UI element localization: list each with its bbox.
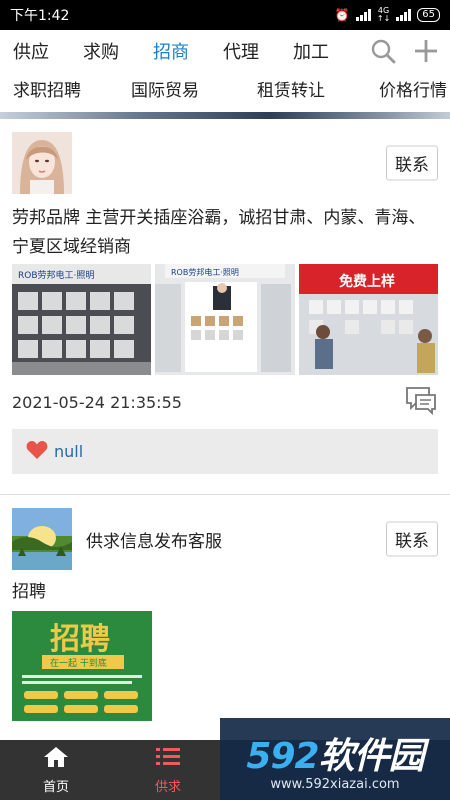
comment-icon[interactable] xyxy=(404,385,438,419)
avatar[interactable] xyxy=(12,508,72,570)
category-rental[interactable]: 租赁转让 xyxy=(257,76,379,101)
category-prices[interactable]: 价格行情 xyxy=(379,76,447,101)
thumb-promo-text: 免费上样 xyxy=(339,273,395,290)
category-jobs[interactable]: 求职招聘 xyxy=(13,76,131,101)
post-card: 供求信息发布客服 联系 招聘 招聘 在一起 干到底 xyxy=(0,495,450,721)
site-watermark: 592软件园 www.592xiazai.com xyxy=(220,718,450,800)
watermark-logo-text: 软件园 xyxy=(318,735,425,777)
signal-icon xyxy=(355,9,371,21)
contact-button[interactable]: 联系 xyxy=(386,521,438,557)
battery-indicator: 65 xyxy=(417,8,440,22)
post-text: 招聘 xyxy=(12,582,46,602)
post-header: 供求信息发布客服 联系 xyxy=(12,508,438,570)
post-author: 供求信息发布客服 xyxy=(86,531,222,552)
post-image[interactable]: ROB劳邦电工·照明 xyxy=(12,264,152,375)
tab-home[interactable]: 首页 xyxy=(0,740,112,800)
thumb-brand-text: ROB劳邦电工·照明 xyxy=(18,269,94,281)
recruit-image-title: 招聘 xyxy=(50,622,110,657)
home-icon xyxy=(43,746,69,772)
post-header: 联系 xyxy=(12,132,438,194)
avatar[interactable] xyxy=(12,132,72,194)
like-box: null xyxy=(12,429,438,474)
nav-tabs: 供应 求购 招商 代理 加工 xyxy=(0,30,450,72)
post-card: 联系 劳邦品牌 主营开关插座浴霸，诚招甘肃、内蒙、青海、宁夏区域经销商 ROB劳… xyxy=(0,119,450,495)
post-image[interactable]: 免费上样 xyxy=(298,264,438,375)
tab-supply[interactable]: 供应 xyxy=(13,38,83,64)
header-banner-strip xyxy=(0,112,450,119)
list-icon xyxy=(155,746,181,772)
status-indicators: ⏰ 4G ↑↓ 65 xyxy=(335,7,440,23)
post-footer: 2021-05-24 21:35:55 xyxy=(12,375,438,429)
contact-button[interactable]: 联系 xyxy=(386,145,438,181)
tab-processing[interactable]: 加工 xyxy=(293,38,363,64)
heart-icon[interactable] xyxy=(26,440,48,464)
tab-investment[interactable]: 招商 xyxy=(153,38,223,64)
like-count: null xyxy=(54,442,84,461)
watermark-logo-number: 592 xyxy=(246,735,319,777)
category-trade[interactable]: 国际贸易 xyxy=(131,76,257,101)
network-indicator: 4G ↑↓ xyxy=(376,6,391,23)
tab-agency[interactable]: 代理 xyxy=(223,38,293,64)
alarm-icon: ⏰ xyxy=(334,8,350,22)
status-time: 下午1:42 xyxy=(10,8,70,24)
post-images: ROB劳邦电工·照明 ROB劳邦电工·照明 免费上样 xyxy=(12,264,438,375)
plus-icon[interactable] xyxy=(414,39,438,68)
status-bar: 下午1:42 ⏰ 4G ↑↓ 65 xyxy=(0,0,450,30)
recruit-image-subtitle: 在一起 干到底 xyxy=(50,657,107,669)
post-image[interactable]: ROB劳邦电工·照明 xyxy=(155,264,295,375)
tab-home-label: 首页 xyxy=(42,779,69,795)
watermark-logo: 592软件园 xyxy=(246,727,425,779)
thumb-brand-text-2: ROB劳邦电工·照明 xyxy=(171,267,239,277)
tab-supply-demand-label: 供求 xyxy=(154,779,181,795)
signal-icon-2 xyxy=(396,9,412,21)
nav-categories: 求职招聘 国际贸易 租赁转让 价格行情 xyxy=(0,72,450,104)
post-image[interactable]: 招聘 在一起 干到底 xyxy=(12,611,152,721)
search-icon[interactable] xyxy=(370,38,396,69)
post-text: 劳邦品牌 主营开关插座浴霸，诚招甘肃、内蒙、青海、宁夏区域经销商 xyxy=(12,208,426,257)
tab-purchase[interactable]: 求购 xyxy=(83,38,153,64)
watermark-url: www.592xiazai.com xyxy=(270,776,400,792)
tab-supply-demand[interactable]: 供求 xyxy=(112,740,224,800)
top-nav: 供应 求购 招商 代理 加工 求职招聘 国际贸易 租赁转让 价格行情 xyxy=(0,30,450,112)
post-timestamp: 2021-05-24 21:35:55 xyxy=(12,392,182,412)
